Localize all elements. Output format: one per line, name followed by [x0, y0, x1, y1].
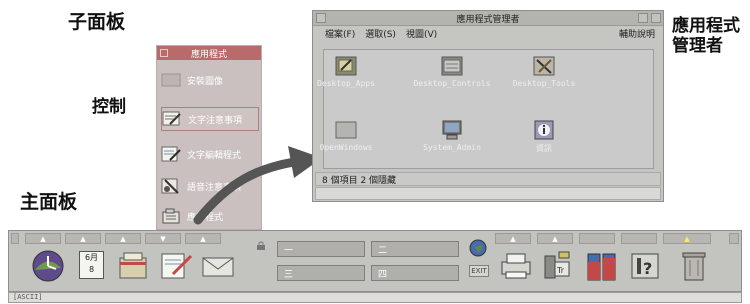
voice-note-icon	[161, 177, 181, 195]
monitor-icon	[441, 120, 463, 140]
calendar-day: 8	[88, 265, 95, 274]
subpanel-close-button[interactable]	[160, 49, 168, 57]
workspace-button-3[interactable]: 三	[277, 265, 365, 281]
callout-app-manager-line1: 應用程式	[672, 16, 740, 36]
subpanel-arrow-2[interactable]: ▲	[65, 233, 101, 244]
globe-icon[interactable]	[469, 239, 487, 257]
input-method-status: [ASCII]	[8, 292, 742, 303]
front-panel: ▲ ▲ ▲ ▼ ▲ 6月 8 一 二 三 四 EXIT ▲ ▲ ▲ Tr ?	[8, 230, 742, 292]
subpanel-item-text-note[interactable]: 文字注意事項	[161, 107, 259, 131]
workspace-button-1[interactable]: 一	[277, 241, 365, 257]
app-group-desktop-tools[interactable]: Desktop_Tools	[498, 56, 590, 88]
app-group-information[interactable]: 資訊	[498, 120, 590, 154]
info-icon	[533, 120, 555, 140]
subpanel-arrow-9[interactable]	[621, 233, 657, 244]
subpanel-arrow-7[interactable]: ▲	[537, 233, 573, 244]
subpanel-arrow-6[interactable]: ▲	[495, 233, 531, 244]
status-line: 8 個項目 2 個隱藏	[315, 172, 661, 186]
app-group-label: Desktop_Tools	[512, 79, 576, 88]
menu-file[interactable]: 檔案(F)	[325, 27, 355, 40]
app-group-label: System_Admin	[423, 143, 481, 152]
subpanel-arrow-10[interactable]: ▲	[663, 233, 711, 244]
app-group-system-admin[interactable]: System_Admin	[406, 120, 498, 152]
subpanel-item-install-icon[interactable]: 安裝圖像	[161, 68, 259, 92]
help-icon[interactable]: ?	[629, 248, 661, 282]
trash-icon[interactable]	[677, 248, 709, 282]
callout-control: 控制	[92, 97, 126, 117]
callout-main-panel: 主面板	[20, 191, 78, 213]
mail-icon[interactable]	[201, 248, 234, 282]
file-manager-icon[interactable]	[117, 248, 149, 282]
workspace-button-2[interactable]: 二	[371, 241, 459, 257]
subpanel-title-bar[interactable]: 應用程式	[157, 46, 261, 60]
text-editor-panel-icon[interactable]	[159, 248, 193, 282]
performance-meter-icon[interactable]	[585, 248, 617, 282]
app-manager-window: 應用程式管理者 檔案(F) 選取(S) 視圖(V) 輔助說明 Desktop_A…	[312, 10, 664, 202]
folder-tools-icon	[533, 56, 555, 76]
subpanel-arrow-1[interactable]: ▲	[25, 233, 61, 244]
message-area	[315, 187, 661, 200]
subpanel-arrow-5[interactable]: ▲	[185, 233, 221, 244]
subpanel-item-label: 安裝圖像	[187, 76, 224, 87]
maximize-button[interactable]	[651, 13, 661, 23]
window-menu-button[interactable]	[316, 13, 326, 23]
app-manager-title-bar[interactable]: 應用程式管理者	[313, 11, 663, 26]
app-group-label: Desktop_Controls	[413, 79, 491, 88]
workspace-button-4[interactable]: 四	[371, 265, 459, 281]
calendar-icon[interactable]: 6月 8	[79, 248, 105, 282]
calendar-month: 6月	[84, 253, 99, 262]
printer-icon[interactable]	[499, 248, 531, 282]
subpanel-title: 應用程式	[190, 49, 227, 60]
menu-select[interactable]: 選取(S)	[365, 27, 396, 40]
app-group-label: Desktop_Apps	[317, 79, 375, 88]
lock-icon[interactable]	[257, 235, 265, 250]
subpanel-arrow-4[interactable]: ▼	[145, 233, 181, 244]
svg-text:?: ?	[643, 259, 652, 278]
menu-bar: 檔案(F) 選取(S) 視圖(V) 輔助說明	[313, 26, 663, 41]
panel-handle-right[interactable]	[729, 233, 739, 244]
icon-view-area: Desktop_Apps Desktop_Controls Desktop_To…	[317, 49, 654, 169]
install-icon-icon	[161, 71, 181, 89]
clock-icon[interactable]	[31, 248, 65, 282]
svg-text:Tr: Tr	[556, 266, 565, 275]
app-group-openwindows[interactable]: OpenWindows	[300, 120, 392, 152]
subpanel-arrow-3[interactable]: ▲	[105, 233, 141, 244]
callout-app-manager-line2: 管理者	[672, 36, 723, 57]
folder-controls-icon	[441, 56, 463, 76]
callout-subpanel: 子面板	[68, 11, 126, 33]
menu-help[interactable]: 輔助說明	[619, 27, 655, 40]
subpanel-arrow-8[interactable]	[579, 233, 615, 244]
style-manager-icon[interactable]: Tr	[541, 248, 573, 282]
pointer-arrow	[193, 146, 322, 225]
text-note-icon	[162, 110, 182, 128]
minimize-button[interactable]	[638, 13, 648, 23]
app-group-desktop-controls[interactable]: Desktop_Controls	[406, 56, 498, 88]
app-group-desktop-apps[interactable]: Desktop_Apps	[300, 56, 392, 88]
callout-app-manager: 應用程式 管理者	[672, 16, 740, 57]
app-group-label: OpenWindows	[319, 143, 373, 152]
app-group-label: 資訊	[536, 144, 552, 153]
subpanel-item-label: 文字注意事項	[188, 115, 243, 126]
panel-handle-left[interactable]	[11, 233, 19, 244]
app-manager-icon	[161, 207, 181, 225]
text-editor-icon	[161, 145, 181, 163]
folder-icon	[335, 120, 357, 140]
exit-button[interactable]: EXIT	[469, 265, 489, 277]
window-title: 應用程式管理者	[456, 14, 520, 25]
menu-view[interactable]: 視圖(V)	[406, 27, 437, 40]
folder-notepad-icon	[335, 56, 357, 76]
